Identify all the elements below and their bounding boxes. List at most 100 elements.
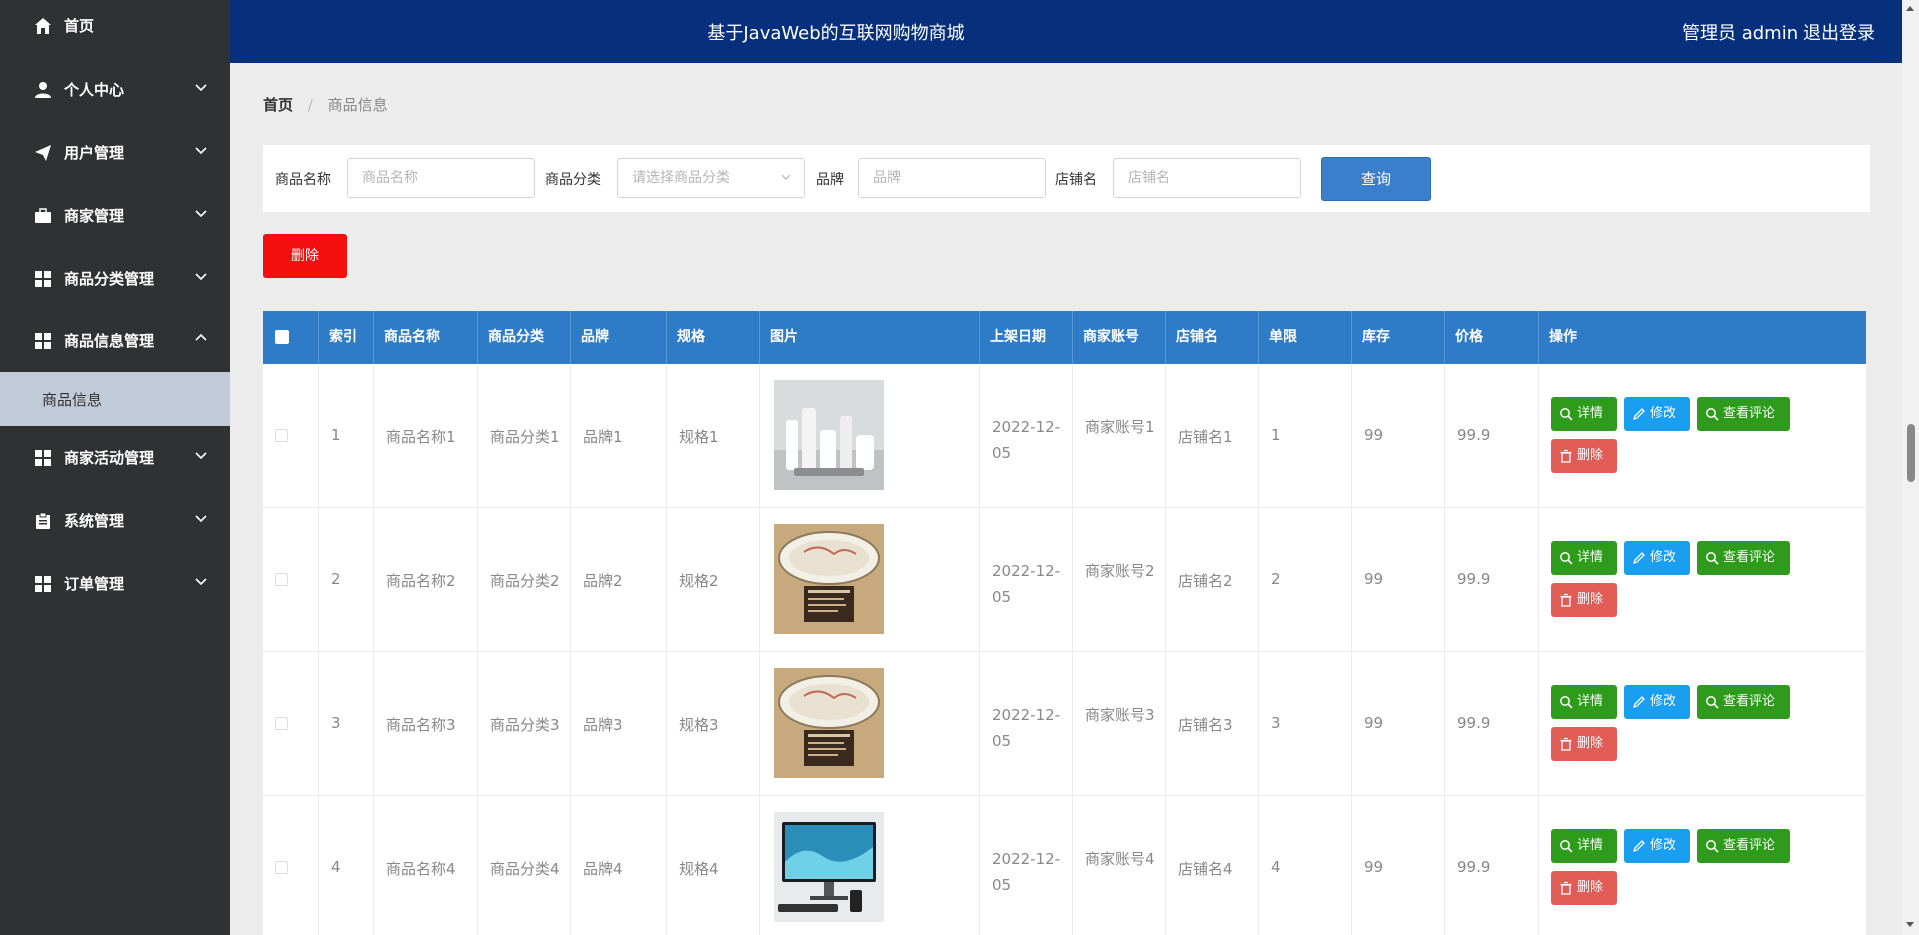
chevron-down-icon xyxy=(195,515,207,523)
shop-cell: 店铺名4 xyxy=(1166,796,1259,935)
stock-cell: 99 xyxy=(1352,508,1445,652)
detail-button[interactable]: 详情 xyxy=(1551,829,1617,863)
row-checkbox[interactable] xyxy=(275,861,288,874)
breadcrumb: 首页 / 商品信息 xyxy=(263,94,388,115)
trash-icon xyxy=(1560,593,1572,607)
delete-button[interactable]: 删除 xyxy=(1551,583,1617,617)
name-value: 商品名称4 xyxy=(386,860,456,878)
column-header: 价格 xyxy=(1445,311,1539,364)
sidebar-item-system-management[interactable]: 系统管理 xyxy=(0,491,230,553)
view-reviews-button[interactable]: 查看评论 xyxy=(1697,397,1790,431)
index-value: 2 xyxy=(331,570,341,588)
detail-button[interactable]: 详情 xyxy=(1551,541,1617,575)
brand-value: 品牌1 xyxy=(583,428,623,446)
select-all-checkbox[interactable] xyxy=(275,330,289,344)
search-icon xyxy=(1706,552,1719,565)
view-reviews-button[interactable]: 查看评论 xyxy=(1697,541,1790,575)
search-panel: 商品名称 商品名称 商品分类 请选择商品分类 品牌 品牌 店铺名 店铺名 查询 xyxy=(263,145,1870,212)
spec-cell: 规格1 xyxy=(667,364,760,508)
home-icon xyxy=(35,18,51,34)
delete-button[interactable]: 删除 xyxy=(1551,439,1617,473)
view-reviews-button[interactable]: 查看评论 xyxy=(1697,829,1790,863)
sidebar-item-label: 首页 xyxy=(64,17,95,35)
view-reviews-button[interactable]: 查看评论 xyxy=(1697,685,1790,719)
sidebar-item-label: 商家管理 xyxy=(64,207,125,225)
edit-label: 修改 xyxy=(1650,838,1677,853)
product-image-ceiling-lamp[interactable] xyxy=(774,668,884,778)
sidebar-item-merchant-management[interactable]: 商家管理 xyxy=(0,186,230,248)
query-button[interactable]: 查询 xyxy=(1321,157,1431,201)
column-header: 品牌 xyxy=(571,311,667,364)
product-table: 索引 商品名称 商品分类 品牌 规格 图片 上架日期 商家账号 店铺名 单限 库… xyxy=(263,311,1866,935)
image-cell xyxy=(760,796,980,935)
edit-button[interactable]: 修改 xyxy=(1624,829,1690,863)
edit-button[interactable]: 修改 xyxy=(1624,685,1690,719)
sidebar-item-order-management[interactable]: 订单管理 xyxy=(0,554,230,616)
product-image-ceiling-lamp[interactable] xyxy=(774,524,884,634)
category-cell: 商品分类3 xyxy=(478,652,571,796)
price-cell: 99.9 xyxy=(1445,508,1539,652)
product-image-bathroom-accessories[interactable] xyxy=(774,380,884,490)
spec-cell: 规格4 xyxy=(667,796,760,935)
scroll-up-arrow-icon[interactable] xyxy=(1906,6,1914,11)
sidebar-item-category-management[interactable]: 商品分类管理 xyxy=(0,249,230,311)
sidebar-item-personal-center[interactable]: 个人中心 xyxy=(0,60,230,122)
shop-value: 店铺名2 xyxy=(1178,572,1233,590)
table-row: 4 商品名称4 商品分类4 品牌4 规格4 2022-12-05 商家账号4 店… xyxy=(263,796,1866,935)
sidebar-item-activity-management[interactable]: 商家活动管理 xyxy=(0,428,230,490)
breadcrumb-home[interactable]: 首页 xyxy=(263,96,293,114)
sidebar-item-label: 系统管理 xyxy=(64,512,125,530)
detail-button[interactable]: 详情 xyxy=(1551,685,1617,719)
pencil-icon xyxy=(1632,696,1645,709)
category-placeholder: 请选择商品分类 xyxy=(632,170,730,186)
spec-value: 规格3 xyxy=(679,716,719,734)
category-cell: 商品分类4 xyxy=(478,796,571,935)
scroll-down-arrow-icon[interactable] xyxy=(1906,922,1914,927)
delete-button[interactable]: 删除 xyxy=(1551,727,1617,761)
grid-icon xyxy=(35,333,51,349)
shop-label: 店铺名 xyxy=(1055,172,1097,188)
brand-input[interactable]: 品牌 xyxy=(858,158,1046,198)
merchant-value: 商家账号3 xyxy=(1085,706,1155,724)
detail-button[interactable]: 详情 xyxy=(1551,397,1617,431)
edit-button[interactable]: 修改 xyxy=(1624,541,1690,575)
edit-label: 修改 xyxy=(1650,406,1677,421)
index-cell: 1 xyxy=(319,364,374,508)
chevron-down-icon xyxy=(195,273,207,281)
limit-cell: 1 xyxy=(1259,364,1352,508)
search-icon xyxy=(1706,696,1719,709)
limit-value: 2 xyxy=(1271,570,1281,588)
stock-value: 99 xyxy=(1364,426,1384,444)
row-checkbox[interactable] xyxy=(275,573,288,586)
shop-input[interactable]: 店铺名 xyxy=(1113,158,1301,198)
sidebar-item-user-management[interactable]: 用户管理 xyxy=(0,123,230,185)
index-value: 1 xyxy=(331,426,341,444)
view-reviews-label: 查看评论 xyxy=(1723,694,1776,709)
edit-button[interactable]: 修改 xyxy=(1624,397,1690,431)
spec-value: 规格4 xyxy=(679,860,719,878)
price-value: 99.9 xyxy=(1457,570,1491,588)
detail-label: 详情 xyxy=(1577,406,1604,421)
category-select[interactable]: 请选择商品分类 xyxy=(617,158,805,198)
chevron-down-icon xyxy=(195,452,207,460)
sidebar-subitem-product-info[interactable]: 商品信息 xyxy=(0,372,230,426)
pencil-icon xyxy=(1632,408,1645,421)
scrollbar-thumb[interactable] xyxy=(1907,424,1915,482)
product-name-input[interactable]: 商品名称 xyxy=(347,158,535,198)
row-checkbox[interactable] xyxy=(275,717,288,730)
table-row: 2 商品名称2 商品分类2 品牌2 规格2 2022-12-05 商家账号2 店… xyxy=(263,508,1866,652)
pencil-icon xyxy=(1632,552,1645,565)
sidebar-item-product-info-management[interactable]: 商品信息管理 xyxy=(0,311,230,373)
product-image-desktop-monitor[interactable] xyxy=(774,812,884,922)
header-select-all-cell xyxy=(263,311,319,364)
logout-link[interactable]: 退出登录 xyxy=(1803,19,1875,45)
sidebar-item-label: 商品分类管理 xyxy=(64,270,155,288)
sidebar-item-home[interactable]: 首页 xyxy=(0,0,230,58)
row-checkbox[interactable] xyxy=(275,429,288,442)
paper-plane-icon xyxy=(35,145,51,161)
batch-delete-button[interactable]: 删除 xyxy=(263,234,347,278)
delete-button[interactable]: 删除 xyxy=(1551,871,1617,905)
page-scrollbar[interactable] xyxy=(1902,0,1919,935)
delete-label: 删除 xyxy=(1577,592,1604,607)
spec-value: 规格2 xyxy=(679,572,719,590)
